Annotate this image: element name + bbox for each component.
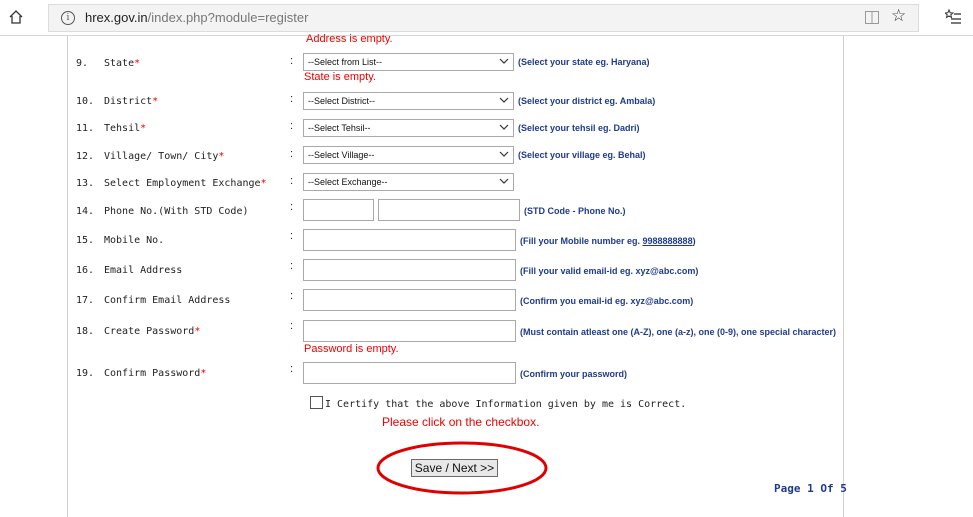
state-label: State* <box>104 58 141 69</box>
colon: : <box>290 363 294 375</box>
field-number: 9. <box>76 58 89 69</box>
colon: : <box>290 260 294 272</box>
certify-error: Please click on the checkbox. <box>382 415 540 429</box>
colon: : <box>290 290 294 302</box>
confirm-password-label: Confirm Password* <box>104 368 207 379</box>
field-number: 17. <box>76 295 95 306</box>
browser-toolbar: i hrex.gov.in/index.php?module=register … <box>0 0 973 36</box>
confirm-email-hint: (Confirm you email-id eg. xyz@abc.com) <box>520 296 694 306</box>
phone-hint: (STD Code - Phone No.) <box>524 206 626 216</box>
field-number: 12. <box>76 151 95 162</box>
village-hint: (Select your village eg. Behal) <box>518 150 646 160</box>
state-error: State is empty. <box>304 71 376 83</box>
password-input[interactable] <box>303 320 516 342</box>
favorite-star-icon[interactable]: ☆ <box>891 6 906 26</box>
colon: : <box>290 201 294 213</box>
mobile-hint: (Fill your Mobile number eg. 9988888888) <box>520 236 696 246</box>
chevron-down-icon <box>499 178 509 184</box>
colon: : <box>290 230 294 242</box>
email-label: Email Address <box>104 265 183 276</box>
password-hint: (Must contain atleast one (A-Z), one (a-… <box>520 327 837 337</box>
confirm-password-hint: (Confirm your password) <box>520 369 628 379</box>
password-label: Create Password* <box>104 326 201 337</box>
colon: : <box>290 93 294 105</box>
url-text: hrex.gov.in/index.php?module=register <box>85 10 309 25</box>
field-number: 18. <box>76 326 95 337</box>
confirm-email-input[interactable] <box>303 289 516 311</box>
field-number: 15. <box>76 235 95 246</box>
mobile-input[interactable] <box>303 229 516 251</box>
email-hint: (Fill your valid email-id eg. xyz@abc.co… <box>520 266 699 276</box>
state-hint: (Select your state eg. Haryana) <box>518 57 650 67</box>
district-hint: (Select your district eg. Ambala) <box>518 96 656 106</box>
exchange-label: Select Employment Exchange* <box>104 178 267 189</box>
chevron-down-icon <box>499 151 509 157</box>
chevron-down-icon <box>499 97 509 103</box>
address-bar[interactable]: i hrex.gov.in/index.php?module=register … <box>48 4 919 32</box>
save-next-button[interactable]: Save / Next >> <box>411 459 498 477</box>
address-error: Address is empty. <box>306 33 393 45</box>
page-indicator: Page 1 Of 5 <box>774 482 847 495</box>
chevron-down-icon <box>499 124 509 130</box>
mobile-label: Mobile No. <box>104 235 165 246</box>
colon: : <box>290 148 294 160</box>
district-label: District* <box>104 96 159 107</box>
email-input[interactable] <box>303 259 516 281</box>
exchange-select[interactable]: --Select Exchange-- <box>303 173 514 191</box>
field-number: 14. <box>76 206 95 217</box>
phone-number-input[interactable] <box>378 199 520 221</box>
colon: : <box>290 120 294 132</box>
home-icon[interactable] <box>8 9 24 25</box>
phone-label: Phone No.(With STD Code) <box>104 206 249 217</box>
reading-view-icon[interactable] <box>865 11 879 24</box>
colon: : <box>290 55 294 67</box>
district-select[interactable]: --Select District-- <box>303 92 514 110</box>
page-frame-left <box>67 36 68 517</box>
field-number: 16. <box>76 265 95 276</box>
page-frame-right <box>843 36 844 517</box>
village-select[interactable]: --Select Village-- <box>303 146 514 164</box>
certify-text: I Certify that the above Information giv… <box>325 399 687 410</box>
info-icon[interactable]: i <box>61 11 75 25</box>
certify-checkbox[interactable] <box>310 396 323 409</box>
state-select[interactable]: --Select from List-- <box>303 53 514 71</box>
field-number: 10. <box>76 96 95 107</box>
tehsil-hint: (Select your tehsil eg. Dadri) <box>518 123 640 133</box>
favorites-list-icon[interactable] <box>945 9 961 25</box>
colon: : <box>290 320 294 332</box>
colon: : <box>290 175 294 187</box>
chevron-down-icon <box>499 58 509 64</box>
field-number: 13. <box>76 178 95 189</box>
confirm-email-label: Confirm Email Address <box>104 295 231 306</box>
tehsil-select[interactable]: --Select Tehsil-- <box>303 119 514 137</box>
std-code-input[interactable] <box>303 199 374 221</box>
password-error: Password is empty. <box>304 343 399 355</box>
tehsil-label: Tehsil* <box>104 123 147 134</box>
field-number: 11. <box>76 123 95 134</box>
field-number: 19. <box>76 368 95 379</box>
confirm-password-input[interactable] <box>303 362 516 384</box>
mobile-example-link[interactable]: 9988888888 <box>643 236 693 246</box>
village-label: Village/ Town/ City* <box>104 151 225 162</box>
